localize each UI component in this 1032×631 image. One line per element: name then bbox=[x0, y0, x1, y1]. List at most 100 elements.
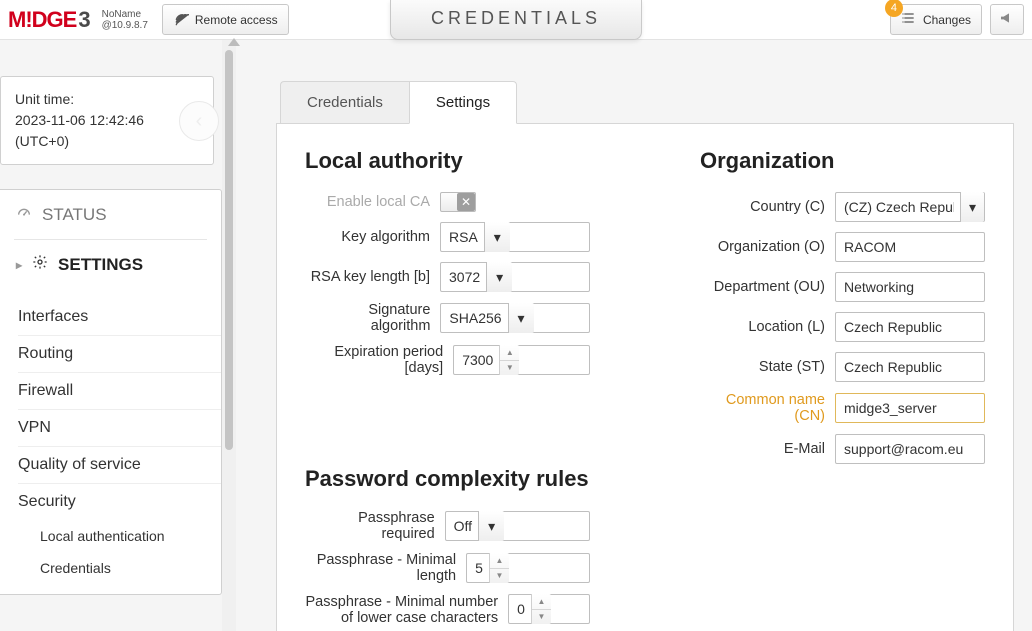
megaphone-icon bbox=[999, 10, 1015, 29]
list-icon bbox=[901, 10, 917, 29]
toggle-knob: ✕ bbox=[457, 193, 475, 211]
email-label: E-Mail bbox=[784, 441, 825, 457]
caret-right-icon: ▸ bbox=[16, 258, 22, 272]
host-address: @10.9.8.7 bbox=[102, 20, 148, 31]
nav-group-settings[interactable]: ▸ SETTINGS bbox=[0, 240, 221, 289]
nav-panel: STATUS ▸ SETTINGS Interfaces Routing Fir… bbox=[0, 189, 222, 595]
main-content: Credentials Settings Local authority Ena… bbox=[236, 40, 1032, 631]
row-state: State (ST) bbox=[700, 352, 985, 382]
passphrase-min-lower-input[interactable]: 0 ▲▼ bbox=[508, 594, 590, 624]
unit-time-value: 2023-11-06 12:42:46 bbox=[15, 110, 199, 131]
page-title: CREDENTIALS bbox=[390, 0, 642, 40]
tab-credentials[interactable]: Credentials bbox=[280, 81, 409, 124]
number-spinner[interactable]: ▲▼ bbox=[531, 594, 551, 624]
top-bar: M ! DGE 3 NoName @10.9.8.7 Remote access… bbox=[0, 0, 1032, 40]
department-input[interactable] bbox=[835, 272, 985, 302]
settings-card: Local authority Enable local CA ✕ Key al… bbox=[276, 123, 1014, 631]
rsa-key-length-select[interactable]: 3072 ▾ bbox=[440, 262, 590, 292]
nav-item-vpn[interactable]: VPN bbox=[18, 410, 221, 447]
nav-item-qos[interactable]: Quality of service bbox=[18, 447, 221, 484]
gear-icon bbox=[32, 254, 48, 275]
nav-group-status[interactable]: STATUS bbox=[0, 190, 221, 239]
signal-icon bbox=[173, 10, 189, 29]
chevron-down-icon: ▾ bbox=[508, 303, 534, 333]
changes-label: Changes bbox=[923, 13, 971, 27]
expiration-period-input[interactable]: 7300 ▲▼ bbox=[453, 345, 590, 375]
nav-security-subitems: Local authentication Credentials bbox=[18, 520, 221, 584]
remote-access-button[interactable]: Remote access bbox=[162, 4, 289, 35]
common-name-label: Common name (CN) bbox=[700, 392, 825, 424]
country-select[interactable]: (CZ) Czech Republ ▾ bbox=[835, 192, 985, 222]
row-department: Department (OU) bbox=[700, 272, 985, 302]
nav-item-firewall[interactable]: Firewall bbox=[18, 373, 221, 410]
location-input[interactable] bbox=[835, 312, 985, 342]
row-common-name: Common name (CN) bbox=[700, 392, 985, 424]
number-spinner[interactable]: ▲▼ bbox=[499, 345, 519, 375]
row-key-algorithm: Key algorithm RSA ▾ bbox=[305, 222, 590, 252]
nav-item-local-auth[interactable]: Local authentication bbox=[40, 520, 221, 552]
nav-item-security[interactable]: Security bbox=[18, 484, 221, 520]
chevron-down-icon: ▾ bbox=[960, 192, 984, 222]
passphrase-required-label: Passphrase required bbox=[305, 510, 435, 542]
nav-item-interfaces[interactable]: Interfaces bbox=[18, 299, 221, 336]
rsa-key-length-label: RSA key length [b] bbox=[311, 269, 430, 285]
organization-input[interactable] bbox=[835, 232, 985, 262]
email-input[interactable] bbox=[835, 434, 985, 464]
row-location: Location (L) bbox=[700, 312, 985, 342]
expiration-period-value: 7300 bbox=[462, 352, 493, 368]
sidebar-collapse-button[interactable]: ‹ bbox=[179, 101, 219, 141]
organization-label: Organization (O) bbox=[718, 239, 825, 255]
tab-settings[interactable]: Settings bbox=[409, 81, 517, 124]
remote-access-label: Remote access bbox=[195, 13, 278, 27]
row-rsa-key-length: RSA key length [b] 3072 ▾ bbox=[305, 262, 590, 292]
scroll-thumb[interactable] bbox=[225, 50, 233, 450]
signature-algorithm-value: SHA256 bbox=[449, 310, 501, 326]
unit-time-tz: (UTC+0) bbox=[15, 131, 199, 152]
number-spinner[interactable]: ▲▼ bbox=[489, 553, 509, 583]
gauge-icon bbox=[16, 204, 32, 225]
chevron-down-icon: ▾ bbox=[486, 262, 512, 292]
col-organization: Organization Country (C) (CZ) Czech Repu… bbox=[700, 148, 985, 631]
chevron-down-icon: ▾ bbox=[484, 222, 510, 252]
host-name: NoName bbox=[102, 9, 148, 20]
nav-item-routing[interactable]: Routing bbox=[18, 336, 221, 373]
key-algorithm-select[interactable]: RSA ▾ bbox=[440, 222, 590, 252]
enable-local-ca-toggle[interactable]: ✕ bbox=[440, 192, 476, 212]
changes-button[interactable]: 4 Changes bbox=[890, 4, 982, 35]
chevron-down-icon: ▾ bbox=[478, 511, 504, 541]
logo-number: 3 bbox=[78, 7, 89, 33]
brand-logo: M ! DGE 3 bbox=[8, 7, 96, 33]
row-enable-local-ca: Enable local CA ✕ bbox=[305, 192, 590, 212]
state-input[interactable] bbox=[835, 352, 985, 382]
announce-button[interactable] bbox=[990, 4, 1024, 35]
col-local-authority: Local authority Enable local CA ✕ Key al… bbox=[305, 148, 590, 631]
state-label: State (ST) bbox=[759, 359, 825, 375]
passphrase-required-select[interactable]: Off ▾ bbox=[445, 511, 590, 541]
row-signature-algorithm: Signature algorithm SHA256 ▾ bbox=[305, 302, 590, 334]
rsa-key-length-value: 3072 bbox=[449, 269, 480, 285]
password-rules-heading: Password complexity rules bbox=[305, 466, 590, 492]
passphrase-min-lower-label: Passphrase - Minimal number of lower cas… bbox=[305, 594, 498, 626]
nav-settings-subitems: Interfaces Routing Firewall VPN Quality … bbox=[0, 289, 221, 594]
key-algorithm-value: RSA bbox=[449, 229, 478, 245]
host-info: NoName @10.9.8.7 bbox=[102, 9, 148, 31]
passphrase-min-length-label: Passphrase - Minimal length bbox=[305, 552, 456, 584]
row-organization: Organization (O) bbox=[700, 232, 985, 262]
nav-settings-label: SETTINGS bbox=[58, 255, 143, 275]
country-label: Country (C) bbox=[750, 199, 825, 215]
common-name-input[interactable] bbox=[835, 393, 985, 423]
nav-item-credentials[interactable]: Credentials bbox=[40, 552, 221, 584]
department-label: Department (OU) bbox=[714, 279, 825, 295]
passphrase-min-length-input[interactable]: 5 ▲▼ bbox=[466, 553, 590, 583]
location-label: Location (L) bbox=[748, 319, 825, 335]
nav-status-label: STATUS bbox=[42, 205, 107, 225]
sidebar-scrollbar[interactable] bbox=[222, 40, 236, 631]
chevron-left-icon: ‹ bbox=[196, 106, 203, 136]
unit-time-label: Unit time: bbox=[15, 89, 199, 110]
row-expiration-period: Expiration period [days] 7300 ▲▼ bbox=[305, 344, 590, 376]
passphrase-required-value: Off bbox=[454, 518, 472, 534]
signature-algorithm-select[interactable]: SHA256 ▾ bbox=[440, 303, 590, 333]
row-email: E-Mail bbox=[700, 434, 985, 464]
row-passphrase-min-lower: Passphrase - Minimal number of lower cas… bbox=[305, 594, 590, 626]
enable-local-ca-label: Enable local CA bbox=[327, 194, 430, 210]
